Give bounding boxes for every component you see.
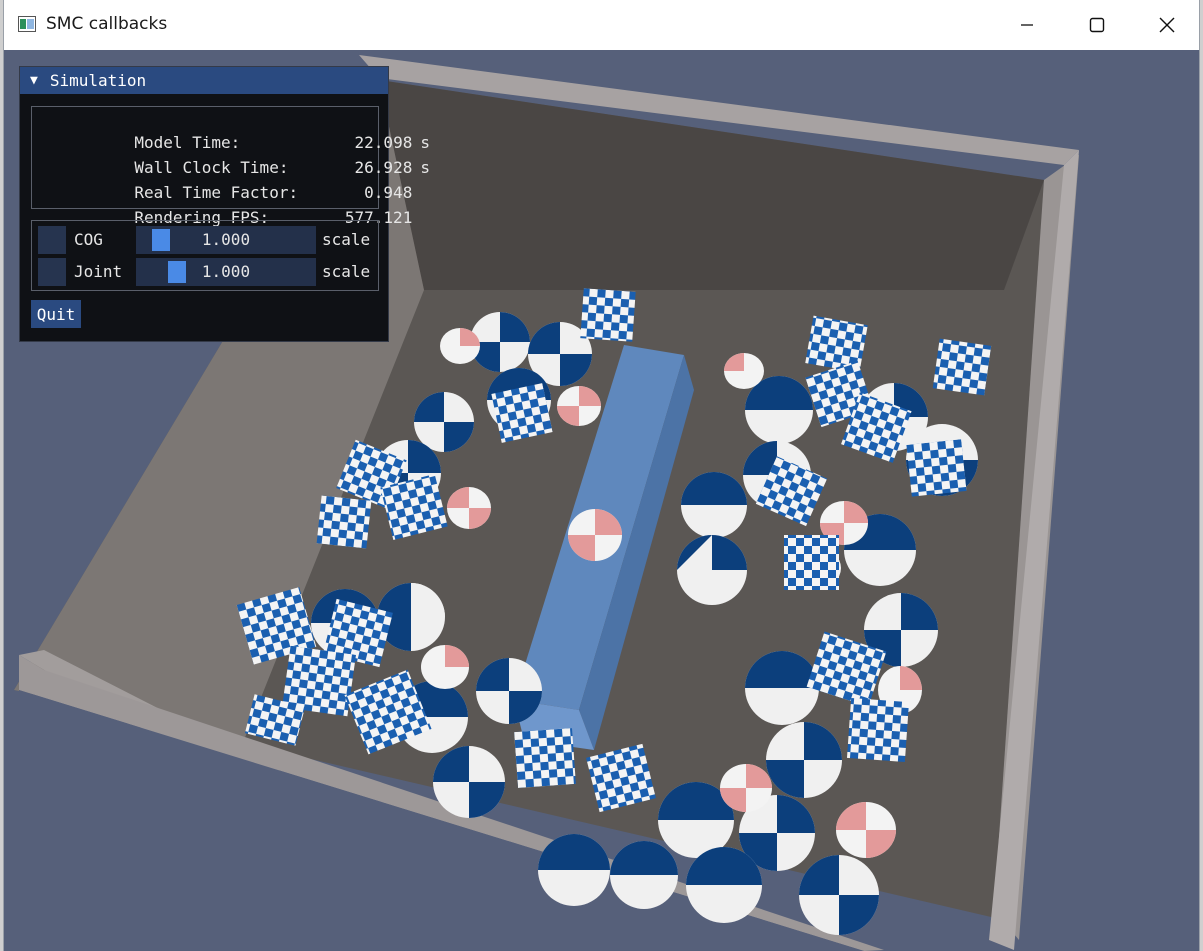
close-icon: [1159, 17, 1175, 33]
maximize-icon: [1089, 17, 1105, 33]
collapse-triangle-icon[interactable]: ▼: [30, 73, 38, 88]
stat-unit: s: [420, 158, 430, 177]
joint-scale-label: scale: [322, 262, 371, 281]
window-title: SMC callbacks: [46, 14, 168, 34]
stat-wall-clock-time: Wall Clock Time: 26.928 s: [38, 132, 430, 177]
control-row-joint: Joint 1.000 scale: [38, 258, 376, 286]
minimize-icon: [1021, 24, 1033, 26]
cog-checkbox[interactable]: [38, 226, 66, 254]
cog-scale-slider[interactable]: 1.000: [136, 226, 316, 254]
controls-group: COG 1.000 scale Joint 1.000 scale: [31, 220, 379, 291]
stat-real-time-factor: Real Time Factor: 0.948: [38, 157, 420, 202]
panel-title: Simulation: [49, 71, 147, 90]
slider-value: 1.000: [201, 230, 251, 249]
app-icon: [18, 16, 36, 32]
minimize-button[interactable]: [992, 0, 1062, 50]
simulation-panel[interactable]: ▼ Simulation Model Time: 22.098 s Wall Clo…: [19, 66, 430, 342]
joint-label: Joint: [74, 262, 123, 281]
control-row-cog: COG 1.000 scale: [38, 226, 376, 254]
joint-checkbox[interactable]: [38, 258, 66, 286]
stats-group: Model Time: 22.098 s Wall Clock Time: 26.92…: [31, 106, 430, 227]
title-bar[interactable]: SMC callbacks: [4, 0, 1199, 50]
panel-header[interactable]: ▼ Simulation: [20, 67, 388, 94]
quit-button[interactable]: Quit: [31, 300, 81, 328]
slider-value: 1.000: [201, 262, 251, 281]
maximize-button[interactable]: [1062, 0, 1132, 50]
stat-rendering-fps: Rendering FPS: 577.121: [38, 182, 420, 227]
3d-viewport[interactable]: ▼ Simulation Model Time: 22.098 s Wall Clo…: [4, 50, 1199, 951]
cog-scale-label: scale: [322, 230, 371, 249]
close-button[interactable]: [1132, 0, 1199, 50]
stat-model-time: Model Time: 22.098 s: [38, 107, 430, 152]
joint-scale-slider[interactable]: 1.000: [136, 258, 316, 286]
app-window: SMC callbacks ▼ Simulation Model Time: 2…: [4, 0, 1199, 951]
cog-label: COG: [74, 230, 103, 249]
